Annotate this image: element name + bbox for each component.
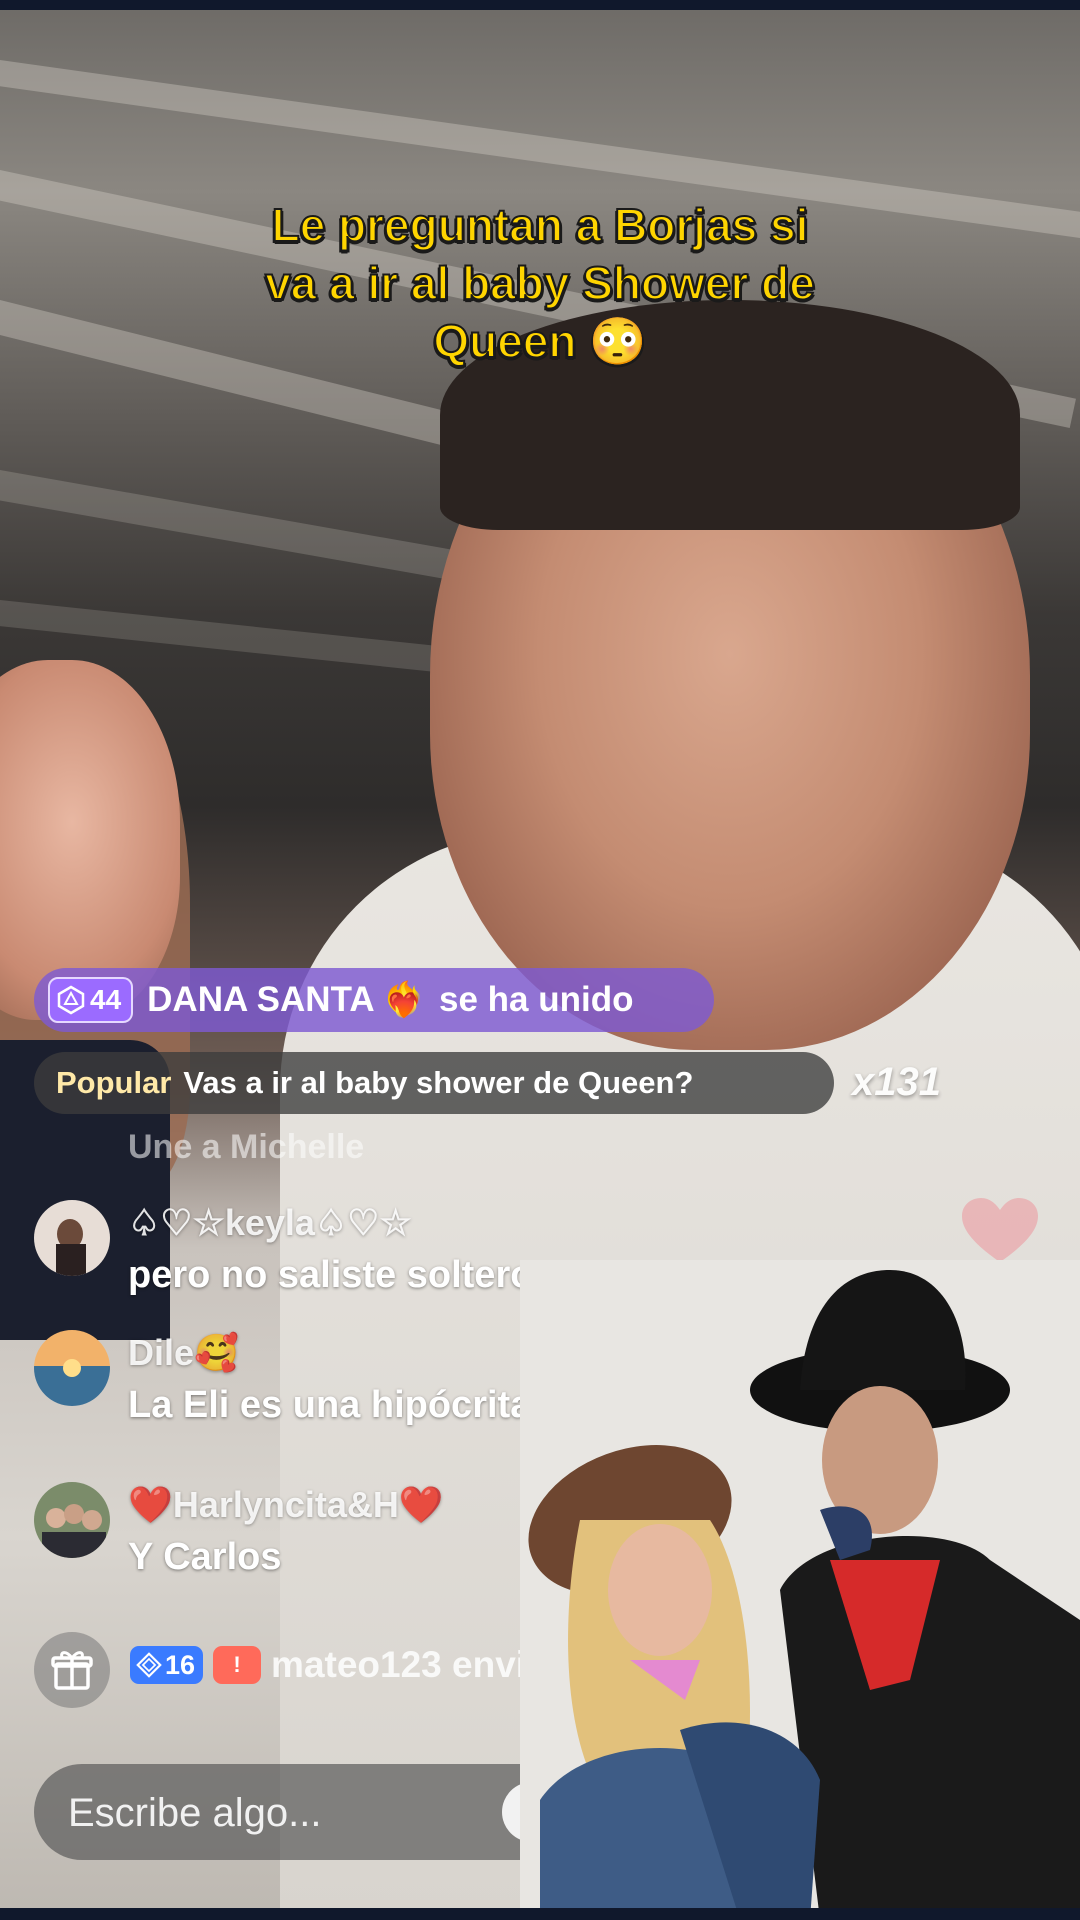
popular-question-text: Vas a ir al baby shower de Queen? [183, 1065, 694, 1100]
faded-comment: Une a Michelle [128, 1128, 365, 1166]
avatar[interactable] [34, 1200, 110, 1276]
level-number: 16 [165, 1649, 196, 1680]
comment-input-bar[interactable] [34, 1764, 580, 1862]
level-number: 44 [90, 984, 122, 1015]
level-gem-icon [57, 985, 85, 1015]
fan-badge: ! [213, 1646, 262, 1684]
gift-notice: 16 ! mateo123 envió [130, 1644, 549, 1686]
join-notice: 44 DANA SANTA ❤️‍🔥 se ha unido [34, 968, 714, 1032]
comment-text: La Eli es una hipócrita [128, 1384, 532, 1426]
popular-question[interactable]: Popular Vas a ir al baby shower de Queen… [34, 1052, 834, 1114]
gift-button[interactable] [34, 1632, 110, 1708]
comment-username[interactable]: ♤♡☆keyla♤♡☆ [128, 1202, 412, 1244]
caption-line: va a ir al baby Shower de [264, 256, 816, 310]
overlay-couple-photo [520, 1260, 1080, 1920]
avatar[interactable] [34, 1482, 110, 1558]
level-gem-icon [136, 1652, 162, 1678]
caption-line: Le preguntan a Borjas si [271, 198, 810, 252]
fire-heart-icon: ❤️‍🔥 [382, 981, 425, 1019]
comment-text: Y Carlos [128, 1536, 282, 1578]
heart-icon [962, 1198, 1038, 1262]
joined-user-name[interactable]: DANA SANTA [147, 980, 374, 1020]
video-caption: Le preguntan a Borjas si va a ir al baby… [120, 196, 960, 370]
top-border [0, 0, 1080, 10]
avatar[interactable] [34, 1330, 110, 1406]
comment-input[interactable] [66, 1764, 500, 1862]
comment-text: pero no saliste soltero [128, 1254, 534, 1296]
popular-tag: Popular [56, 1065, 172, 1100]
bottom-border [0, 1908, 1080, 1920]
comment-username[interactable]: ❤️Harlyncita&H❤️ [128, 1484, 444, 1526]
comment-username[interactable]: Dile🥰 [128, 1332, 239, 1374]
level-badge: 16 [130, 1646, 204, 1684]
joined-message: se ha unido [438, 980, 634, 1019]
level-badge: 44 [48, 977, 134, 1023]
caption-line: Queen 😳 [432, 314, 647, 368]
gift-icon [51, 1651, 93, 1690]
combo-count: x131 [852, 1060, 941, 1104]
girl-figure-face [0, 660, 180, 1020]
gift-text: mateo123 envió [271, 1644, 549, 1685]
